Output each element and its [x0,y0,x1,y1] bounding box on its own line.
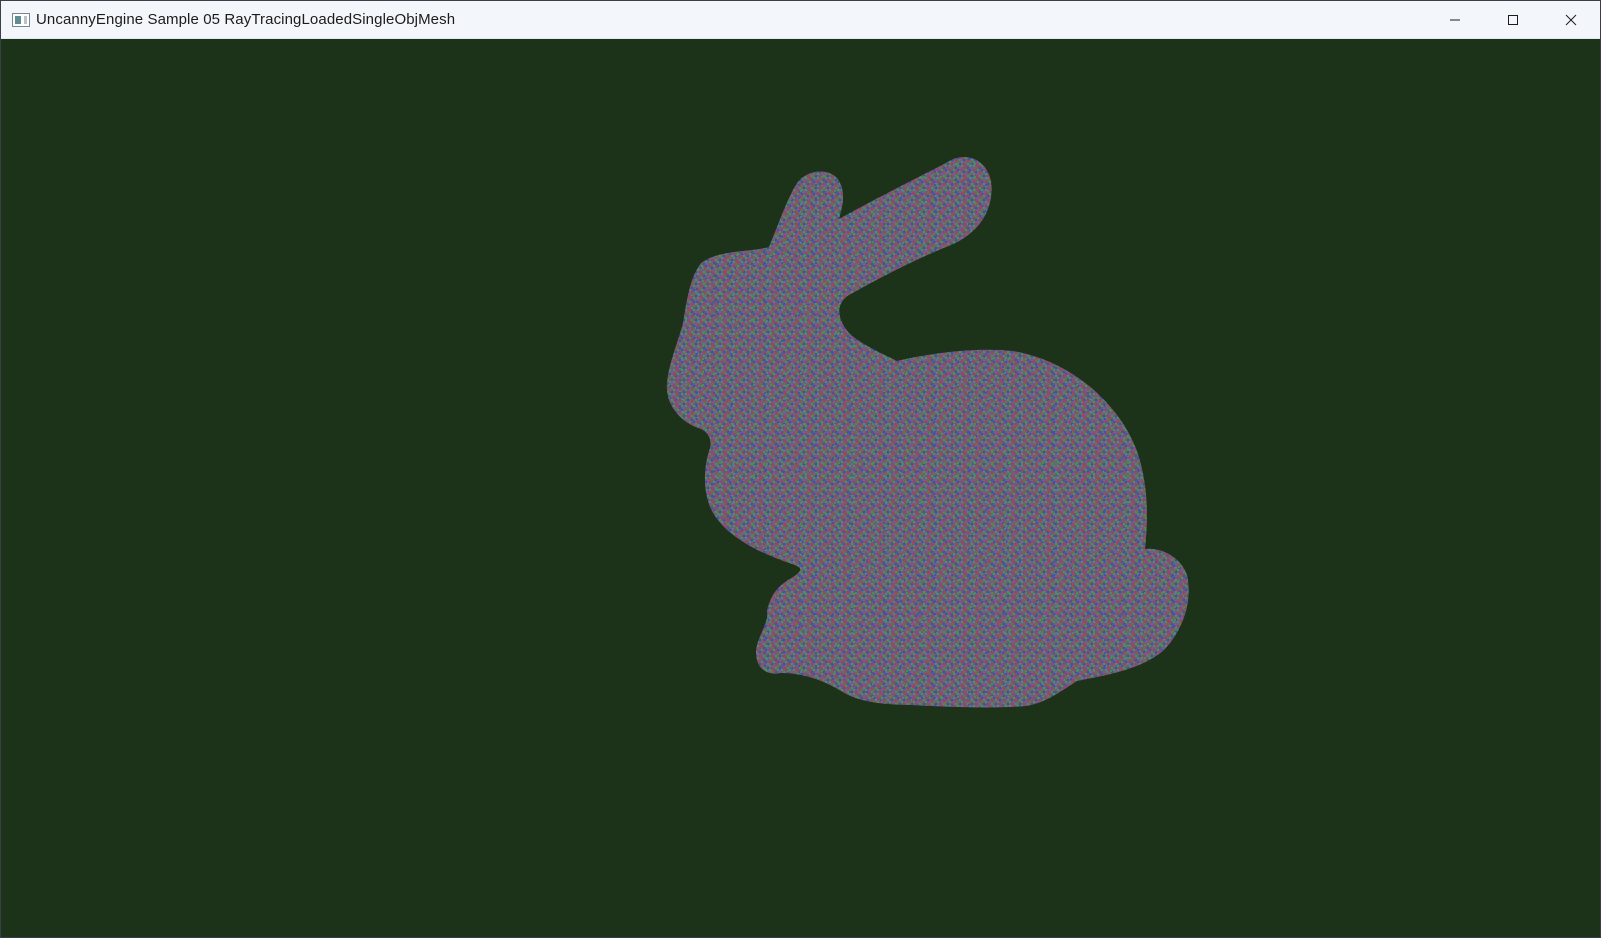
maximize-icon [1508,15,1518,25]
bunny-mesh [666,157,1189,708]
minimize-icon [1450,19,1460,21]
render-canvas [666,157,1189,708]
window-title: UncannyEngine Sample 05 RayTracingLoaded… [36,11,456,28]
maximize-button[interactable] [1484,1,1542,39]
render-viewport[interactable] [1,39,1600,937]
window-controls [1426,1,1600,39]
minimize-button[interactable] [1426,1,1484,39]
close-button[interactable] [1542,1,1600,39]
application-window: UncannyEngine Sample 05 RayTracingLoaded… [0,0,1601,938]
title-bar[interactable]: UncannyEngine Sample 05 RayTracingLoaded… [1,1,1600,39]
application-window-icon[interactable] [12,13,30,27]
close-icon [1565,14,1577,26]
